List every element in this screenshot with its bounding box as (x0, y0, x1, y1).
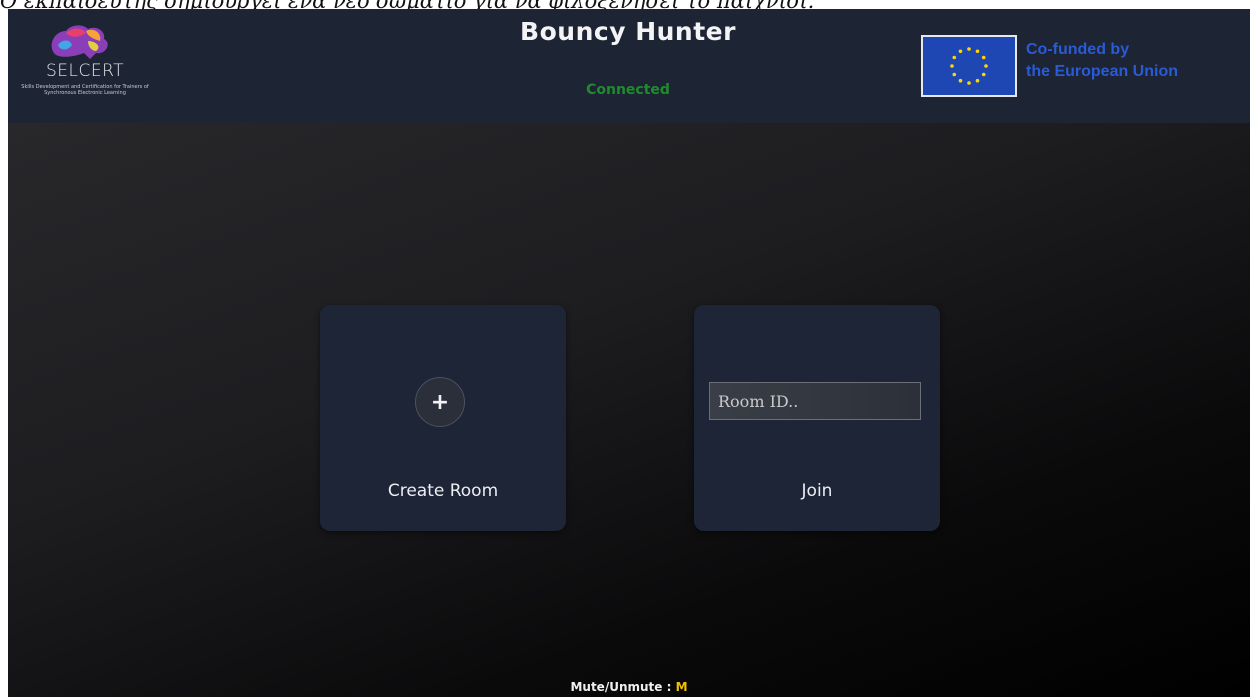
join-room-card: Join (694, 305, 940, 531)
eu-star (984, 64, 988, 68)
eu-star (975, 49, 980, 54)
brain-logo-icon (51, 25, 108, 59)
logo-subtitle: Skills Development and Certification for… (21, 84, 149, 96)
connection-status: Connected (586, 82, 670, 98)
game-title: Bouncy Hunter (520, 17, 736, 46)
eu-cofunded-text: Co-funded by the European Union (1026, 39, 1178, 83)
eu-star (967, 47, 971, 51)
join-button[interactable]: Join (694, 481, 940, 501)
eu-star (975, 78, 980, 83)
eu-flag-icon (921, 35, 1017, 97)
eu-star (981, 55, 986, 60)
eu-star (967, 81, 971, 85)
eu-star (958, 78, 963, 83)
eu-star (981, 72, 986, 77)
mute-key: M (675, 680, 688, 694)
eu-line-2: the European Union (1026, 63, 1178, 80)
selcert-logo: SELCERT Skills Development and Certifica… (14, 23, 156, 119)
eu-line-1: Co-funded by (1026, 41, 1130, 58)
mute-label: Mute/Unmute : (570, 680, 672, 694)
eu-star (950, 64, 954, 68)
eu-star (952, 72, 957, 77)
logo-wordmark: SELCERT (45, 61, 125, 81)
mute-hint: Mute/Unmute : M (8, 680, 1250, 694)
create-room-label: Create Room (387, 481, 499, 501)
game-window: SELCERT Skills Development and Certifica… (8, 9, 1250, 697)
room-id-input[interactable] (709, 382, 921, 420)
header-bar: SELCERT Skills Development and Certifica… (8, 9, 1250, 123)
plus-icon[interactable]: + (415, 377, 465, 427)
eu-star (952, 55, 957, 60)
create-room-card[interactable]: + Create Room (320, 305, 566, 531)
eu-star (958, 49, 963, 54)
